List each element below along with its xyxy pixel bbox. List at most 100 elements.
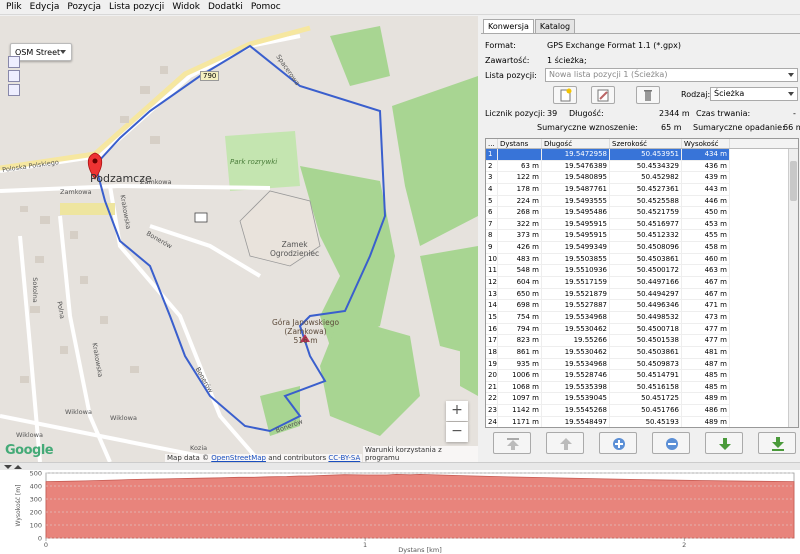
table-cell: 19.5534968: [542, 358, 610, 371]
table-row[interactable]: 16 794 m 19.5530462 50.4500718 477 m: [486, 323, 798, 336]
y-tick-label: 200: [30, 509, 42, 517]
menu-help[interactable]: Pomoc: [247, 2, 285, 12]
position-list-select[interactable]: Nowa lista pozycji 1 (Ścieżka): [545, 68, 798, 82]
move-to-bottom-button[interactable]: [758, 432, 796, 454]
table-cell: 23: [486, 405, 498, 417]
map-view[interactable]: Podzamcze Zamek Ogrodzieniec Park rozryw…: [0, 16, 478, 462]
table-cell: 63 m: [498, 160, 542, 173]
table-row[interactable]: 12 604 m 19.5517159 50.4497166 467 m: [486, 277, 798, 289]
location-pin-dot: [92, 158, 98, 164]
zoom-area-icon[interactable]: [8, 56, 20, 68]
table-scrollbar[interactable]: [788, 149, 798, 427]
table-cell: 477 m: [682, 323, 730, 336]
street-label: Wiklowa: [65, 408, 92, 416]
splitter-handle[interactable]: [0, 462, 800, 470]
move-up-button[interactable]: [546, 432, 584, 454]
table-cell: 19.5527887: [542, 300, 610, 312]
table-row[interactable]: 4 178 m 19.5487761 50.4527361 443 m: [486, 183, 798, 196]
table-cell: 50.45193: [610, 416, 682, 427]
delete-list-button[interactable]: [636, 86, 660, 104]
elevation-chart[interactable]: 500 400 300 200 100 00 1 2 Dystans [km] Wysokość …: [0, 470, 800, 554]
map-label-hill-line3: 516 m: [293, 336, 318, 345]
table-cell: 11: [486, 265, 498, 278]
map-label-park: Park rozrywki: [230, 158, 278, 166]
table-cell: 486 m: [682, 405, 730, 417]
column-header[interactable]: Dystans: [498, 139, 542, 148]
table-row[interactable]: 11 548 m 19.5510936 50.4500172 463 m: [486, 265, 798, 278]
table-cell: 487 m: [682, 358, 730, 371]
new-list-button[interactable]: [553, 86, 577, 104]
table-row[interactable]: 10 483 m 19.5503855 50.4503861 460 m: [486, 253, 798, 266]
scrollbar-thumb[interactable]: [790, 161, 797, 201]
attribution-prefix: Map data ©: [167, 454, 209, 462]
table-row[interactable]: 17 823 m 19.55266 50.4501538 477 m: [486, 335, 798, 347]
column-header[interactable]: ...: [486, 139, 498, 148]
table-cell: 453 m: [682, 218, 730, 231]
license-link[interactable]: CC-BY-SA: [328, 454, 360, 462]
zoom-out-button[interactable]: −: [446, 422, 468, 442]
table-row[interactable]: 5 224 m 19.5493555 50.4525588 446 m: [486, 195, 798, 208]
table-cell: 12: [486, 277, 498, 289]
measure-tool-icon[interactable]: [8, 70, 20, 82]
move-to-top-button[interactable]: [493, 432, 531, 454]
menu-edit[interactable]: Edycja: [26, 2, 64, 12]
kind-select[interactable]: Ścieżka: [710, 87, 798, 101]
osm-link[interactable]: OpenStreetMap: [211, 454, 266, 462]
tab-conversion[interactable]: Konwersja: [483, 19, 534, 33]
map-label-castle: Zamek Ogrodzieniec: [270, 240, 319, 258]
table-row[interactable]: 8 373 m 19.5495915 50.4512332 455 m: [486, 230, 798, 243]
table-row[interactable]: 24 1171 m 19.5548497 50.45193 489 m: [486, 416, 798, 427]
table-cell: 50.4534329: [610, 160, 682, 173]
select-tool-icon[interactable]: [8, 84, 20, 96]
map-canvas[interactable]: [0, 16, 478, 462]
table-row[interactable]: 9 426 m 19.5499349 50.4508096 458 m: [486, 242, 798, 254]
menu-view[interactable]: Widok: [168, 2, 204, 12]
column-header[interactable]: Szerokość: [610, 139, 682, 148]
table-cell: 9: [486, 242, 498, 254]
positions-table[interactable]: ... Dystans Długość Szerokość Wysokość 1…: [485, 138, 799, 428]
count-label: Licznik pozycji:: [485, 109, 546, 118]
remove-position-button[interactable]: [652, 432, 690, 454]
table-cell: 373 m: [498, 230, 542, 243]
zoom-in-button[interactable]: +: [446, 401, 468, 421]
table-row[interactable]: 1 19.5472958 50.453951 434 m: [486, 149, 798, 161]
table-row[interactable]: 21 1068 m 19.5535398 50.4516158 485 m: [486, 381, 798, 394]
table-row[interactable]: 7 322 m 19.5495915 50.4516977 453 m: [486, 218, 798, 231]
museum-icon: [194, 212, 208, 223]
edit-list-button[interactable]: [591, 86, 615, 104]
map-terms-link[interactable]: Warunki korzystania z programu: [363, 446, 478, 462]
table-row[interactable]: 20 1006 m 19.5528746 50.4514791 485 m: [486, 370, 798, 382]
menu-position-list[interactable]: Lista pozycji: [105, 2, 168, 12]
street-label: Sokolna: [30, 277, 39, 303]
table-cell: 481 m: [682, 346, 730, 359]
table-row[interactable]: 2 63 m 19.5476389 50.4534329 436 m: [486, 160, 798, 173]
table-row[interactable]: 23 1142 m 19.5545268 50.451766 486 m: [486, 405, 798, 417]
table-cell: 19.5503855: [542, 253, 610, 266]
column-header[interactable]: Wysokość: [682, 139, 730, 148]
table-cell: 467 m: [682, 277, 730, 289]
menu-file[interactable]: Plik: [2, 2, 26, 12]
move-down-button[interactable]: [705, 432, 743, 454]
table-row[interactable]: 15 754 m 19.5534968 50.4498532 473 m: [486, 311, 798, 324]
table-cell: 19.5521879: [542, 288, 610, 301]
table-row[interactable]: 22 1097 m 19.5539045 50.451725 489 m: [486, 393, 798, 406]
table-row[interactable]: 14 698 m 19.5527887 50.4496346 471 m: [486, 300, 798, 312]
tab-catalog[interactable]: Katalog: [534, 19, 576, 33]
table-row[interactable]: 18 861 m 19.5530462 50.4503861 481 m: [486, 346, 798, 359]
menu-position[interactable]: Pozycja: [63, 2, 105, 12]
column-header[interactable]: Długość: [542, 139, 610, 148]
table-row[interactable]: 13 650 m 19.5521879 50.4494297 467 m: [486, 288, 798, 301]
table-cell: 1068 m: [498, 381, 542, 394]
table-cell: 268 m: [498, 207, 542, 219]
table-cell: 178 m: [498, 183, 542, 196]
table-cell: 50.4494297: [610, 288, 682, 301]
format-label: Format:: [485, 41, 516, 50]
menu-extras[interactable]: Dodatki: [204, 2, 247, 12]
add-position-button[interactable]: [599, 432, 637, 454]
map-label-hill: Góra Janowskiego (Zamkowa) 516 m: [272, 318, 339, 345]
elevation-area[interactable]: [45, 473, 795, 539]
table-row[interactable]: 19 935 m 19.5534968 50.4509873 487 m: [486, 358, 798, 371]
table-row[interactable]: 6 268 m 19.5495486 50.4521759 450 m: [486, 207, 798, 219]
elevation-profile[interactable]: 500 400 300 200 100 0 0 1 2 Dystans [km] Wysokość …: [0, 470, 800, 554]
table-row[interactable]: 3 122 m 19.5480895 50.452982 439 m: [486, 172, 798, 184]
